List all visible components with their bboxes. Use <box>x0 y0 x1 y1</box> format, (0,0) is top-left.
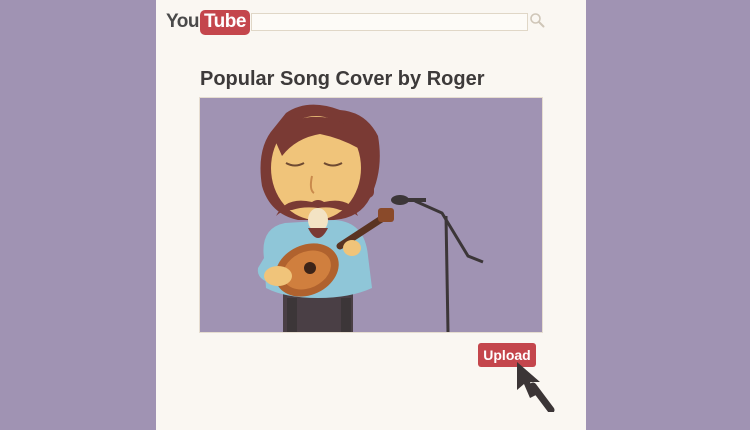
video-player[interactable] <box>199 97 543 333</box>
video-thumbnail <box>200 98 542 332</box>
search-input[interactable] <box>251 13 528 31</box>
logo-you-text: You <box>166 11 199 32</box>
search-icon[interactable] <box>529 12 545 28</box>
mouse-pointer-icon <box>517 362 555 412</box>
logo-tube-text: Tube <box>199 9 250 35</box>
youtube-page: You Tube Popular Song Cover by Roger Upl… <box>156 0 586 430</box>
video-title: Popular Song Cover by Roger <box>200 68 485 90</box>
youtube-logo[interactable]: You Tube <box>166 9 250 35</box>
